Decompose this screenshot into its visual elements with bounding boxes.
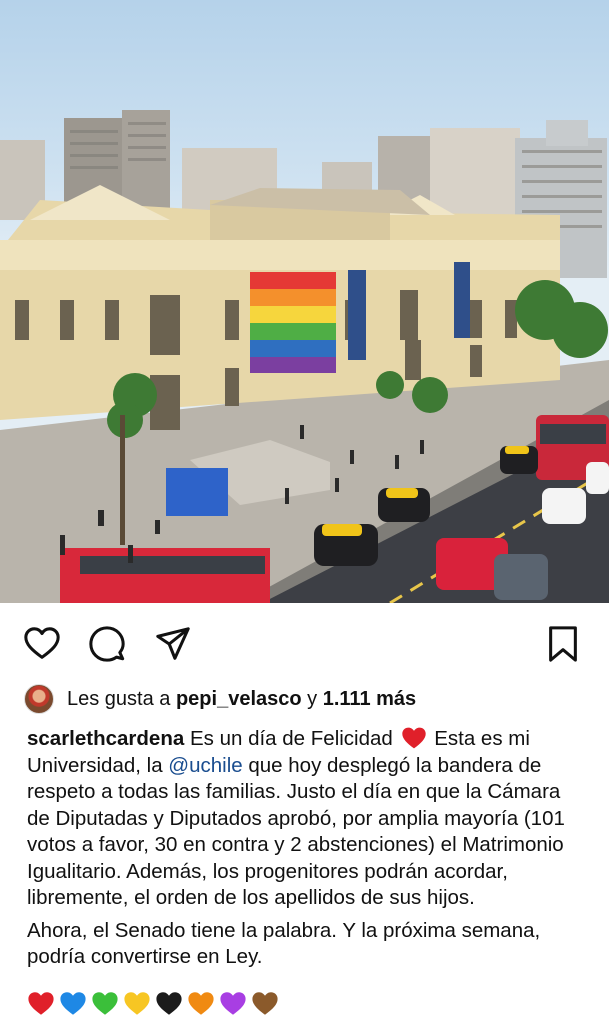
bookmark-icon[interactable] [544,625,578,663]
liker-username[interactable]: pepi_velasco [176,688,302,711]
photo-scene [0,110,609,603]
purple-heart-icon [219,990,247,1017]
black-heart-icon [155,990,183,1017]
likes-count[interactable]: 1.111 más [323,688,416,711]
caption-paragraph: Ahora, el Senado tiene la palabra. Y la … [27,918,541,969]
caption-text: Es un día de Felicidad [184,727,399,750]
red-heart-icon [401,726,427,750]
action-bar [0,603,609,683]
blue-heart-icon [59,990,87,1017]
instagram-post: Les gusta a pepi_velasco y 1.111 más sca… [0,0,609,1024]
green-heart-icon [91,990,119,1017]
caption-username[interactable]: scarlethcardena [27,727,184,750]
heart-outline-icon[interactable] [23,625,61,663]
rainbow-flag [250,272,336,373]
orange-heart-icon [187,990,215,1017]
post-photo[interactable] [0,0,609,603]
yellow-heart-icon [123,990,151,1017]
avatar[interactable] [24,684,54,714]
likes-line: Les gusta a pepi_velasco y 1.111 más [24,684,416,714]
likes-middle: y [301,687,323,710]
brown-heart-icon [251,990,279,1017]
mention-link[interactable]: @uchile [168,754,242,777]
comment-bubble-icon[interactable] [88,625,126,663]
post-caption: scarlethcardena Es un día de Felicidad E… [27,726,587,971]
paper-plane-icon[interactable] [154,625,192,663]
likes-prefix: Les gusta a [67,687,176,710]
red-heart-icon [27,990,55,1017]
hearts-row [27,990,279,1017]
